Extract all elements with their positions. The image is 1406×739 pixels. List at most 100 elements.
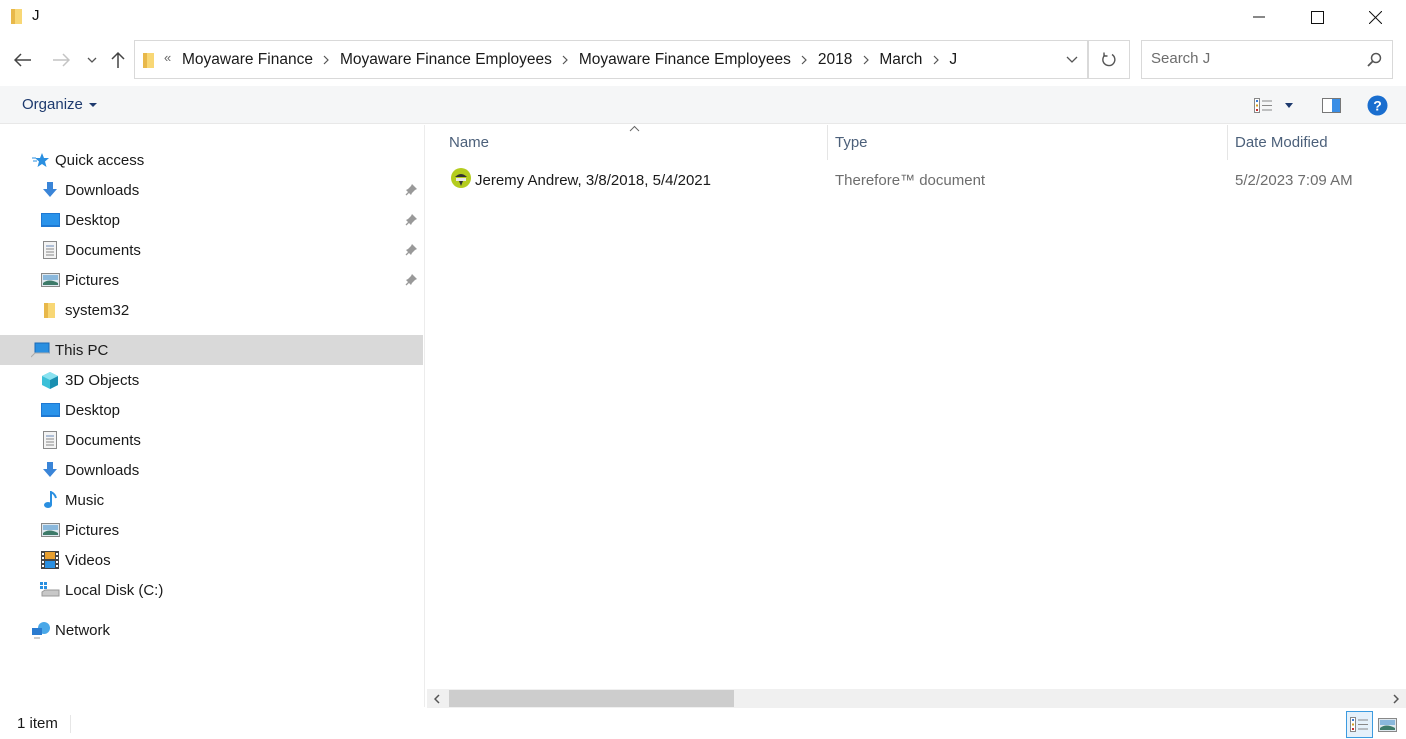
horizontal-scrollbar[interactable]	[427, 689, 1406, 708]
pictures-icon	[40, 270, 60, 290]
preview-pane-button[interactable]	[1320, 94, 1342, 116]
desktop-icon	[40, 210, 60, 230]
change-view-button[interactable]	[1252, 94, 1274, 116]
column-header-label: Date Modified	[1235, 134, 1328, 151]
scroll-right-button[interactable]	[1386, 689, 1406, 708]
command-bar: Organize ?	[0, 86, 1406, 124]
column-resize-handle[interactable]	[1227, 125, 1228, 160]
column-header-type[interactable]: Type	[835, 125, 1227, 160]
search-box[interactable]	[1141, 40, 1393, 79]
file-row[interactable]: Jeremy Andrew, 3/8/2018, 5/4/2021 Theref…	[426, 165, 1406, 195]
breadcrumb-separator-icon[interactable]	[313, 55, 340, 65]
folder-icon	[11, 9, 22, 24]
column-header-name[interactable]: Name	[449, 125, 827, 160]
breadcrumb-item-current[interactable]: J	[949, 51, 957, 69]
maximize-icon	[1310, 10, 1324, 24]
column-resize-handle[interactable]	[827, 125, 828, 160]
nav-quick-access[interactable]: Quick access	[0, 145, 423, 175]
column-header-date-modified[interactable]: Date Modified	[1235, 125, 1405, 160]
close-button[interactable]	[1346, 0, 1404, 34]
arrow-up-icon	[111, 51, 125, 68]
pictures-icon	[40, 520, 60, 540]
arrow-left-icon	[14, 53, 31, 67]
file-date-modified: 5/2/2023 7:09 AM	[1235, 172, 1353, 189]
nav-local-disk[interactable]: Local Disk (C:)	[0, 575, 423, 605]
breadcrumb-separator-icon[interactable]	[552, 55, 579, 65]
folder-icon	[40, 300, 60, 320]
nav-label: Network	[55, 621, 111, 639]
nav-music[interactable]: Music	[0, 485, 423, 515]
pin-icon[interactable]	[405, 213, 418, 226]
maximize-button[interactable]	[1288, 0, 1346, 34]
nav-downloads[interactable]: Downloads	[0, 455, 423, 485]
nav-3d-objects[interactable]: 3D Objects	[0, 365, 423, 395]
recent-locations-button[interactable]	[78, 46, 106, 74]
documents-icon	[40, 430, 60, 450]
help-button[interactable]: ?	[1366, 94, 1388, 116]
nav-label: Downloads	[65, 181, 140, 199]
large-icons-view-icon	[1378, 717, 1397, 732]
breadcrumb-item[interactable]: Moyaware Finance Employees	[579, 51, 791, 69]
nav-label: Local Disk (C:)	[65, 581, 164, 599]
nav-videos[interactable]: Videos	[0, 545, 423, 575]
nav-label: This PC	[55, 341, 109, 359]
window-title: J	[32, 7, 40, 24]
nav-label: Quick access	[55, 151, 145, 169]
music-icon	[40, 490, 60, 510]
refresh-button[interactable]	[1088, 40, 1130, 79]
up-button[interactable]	[104, 46, 132, 74]
nav-quick-downloads[interactable]: Downloads	[0, 175, 423, 205]
breadcrumb-separator-icon[interactable]	[922, 55, 949, 65]
search-icon[interactable]	[1367, 52, 1382, 67]
pin-icon[interactable]	[405, 183, 418, 196]
pin-icon[interactable]	[405, 243, 418, 256]
nav-label: Desktop	[65, 401, 121, 419]
overflow-chevron[interactable]: «	[164, 50, 171, 65]
breadcrumb-item[interactable]: 2018	[818, 51, 852, 69]
pin-icon[interactable]	[405, 273, 418, 286]
nav-quick-pictures[interactable]: Pictures	[0, 265, 423, 295]
help-icon: ?	[1367, 95, 1387, 115]
nav-quick-documents[interactable]: Documents	[0, 235, 423, 265]
nav-label: system32	[65, 301, 130, 319]
breadcrumb-item[interactable]: Moyaware Finance Employees	[340, 51, 552, 69]
nav-desktop[interactable]: Desktop	[0, 395, 423, 425]
breadcrumb-item[interactable]: Moyaware Finance	[182, 51, 313, 69]
nav-network[interactable]: Network	[0, 615, 423, 645]
nav-documents[interactable]: Documents	[0, 425, 423, 455]
documents-icon	[40, 240, 60, 260]
scroll-left-button[interactable]	[427, 689, 447, 708]
nav-this-pc[interactable]: This PC	[0, 335, 423, 365]
view-options-dropdown[interactable]	[1281, 94, 1297, 116]
back-button[interactable]	[9, 46, 37, 74]
file-name: Jeremy Andrew, 3/8/2018, 5/4/2021	[475, 172, 711, 189]
large-icons-view-button[interactable]	[1374, 711, 1401, 738]
details-view-button[interactable]	[1346, 711, 1373, 738]
nav-pictures[interactable]: Pictures	[0, 515, 423, 545]
details-view-icon	[1350, 717, 1368, 732]
address-history-dropdown[interactable]	[1055, 41, 1088, 78]
organize-label: Organize	[22, 96, 83, 113]
breadcrumb-separator-icon[interactable]	[852, 55, 879, 65]
search-input[interactable]	[1151, 50, 1351, 67]
minimize-icon	[1253, 16, 1265, 18]
3d-objects-icon	[40, 370, 60, 390]
item-count: 1 item	[17, 715, 58, 732]
address-bar[interactable]: « Moyaware Finance Moyaware Finance Empl…	[134, 40, 1088, 79]
nav-label: Pictures	[65, 521, 120, 539]
nav-quick-desktop[interactable]: Desktop	[0, 205, 423, 235]
status-bar: 1 item	[0, 708, 1406, 739]
organize-menu-button[interactable]: Organize	[22, 96, 97, 113]
nav-label: Music	[65, 491, 105, 509]
nav-label: Documents	[65, 431, 141, 449]
scrollbar-thumb[interactable]	[449, 690, 734, 707]
therefore-document-icon	[451, 168, 471, 188]
breadcrumb-item[interactable]: March	[879, 51, 922, 69]
preview-pane-icon	[1321, 97, 1341, 113]
forward-button[interactable]	[47, 46, 75, 74]
breadcrumb-separator-icon[interactable]	[791, 55, 818, 65]
details-view-icon	[1253, 97, 1272, 113]
nav-label: Pictures	[65, 271, 120, 289]
nav-quick-system32[interactable]: system32	[0, 295, 423, 325]
minimize-button[interactable]	[1230, 0, 1288, 34]
